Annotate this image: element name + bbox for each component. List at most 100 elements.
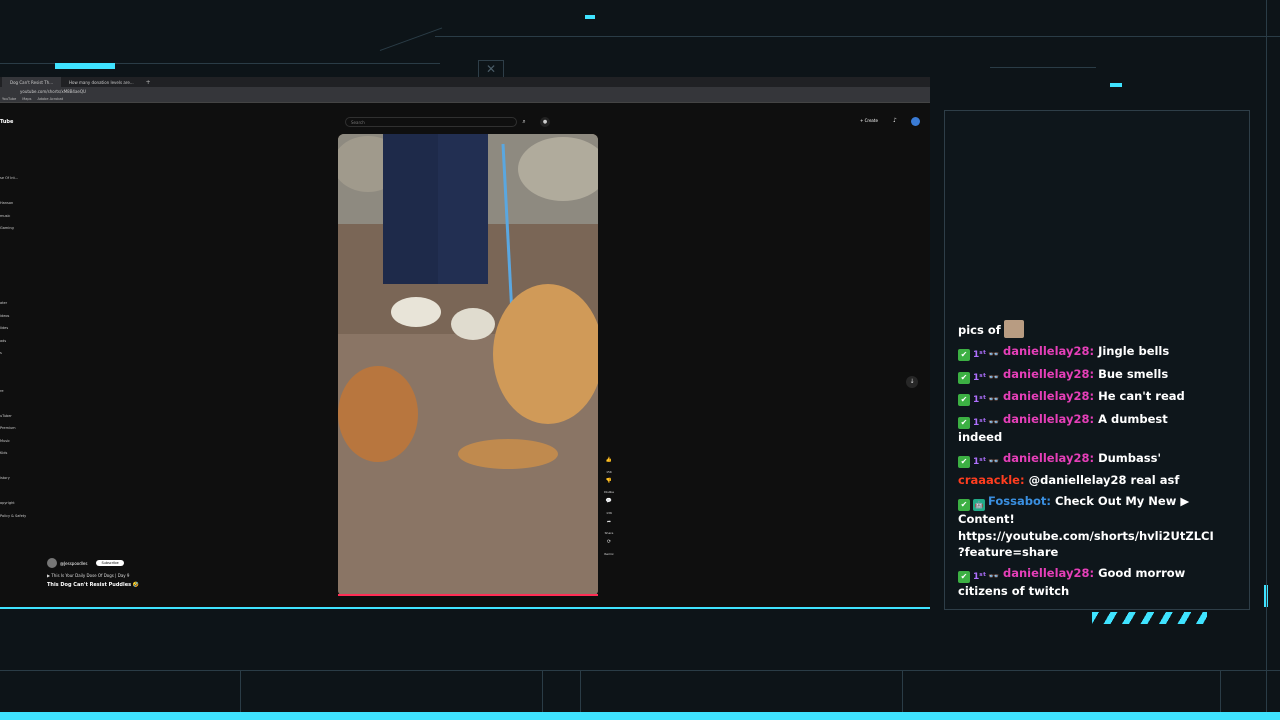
address-bar[interactable]: youtube.com/shorts/xM8B4aeQU xyxy=(0,87,930,96)
playlist-label: This Is Your Daily Dose Of Dogs | Day 9 xyxy=(51,573,130,578)
dislike-icon[interactable]: 👎 xyxy=(603,478,615,491)
sidebar-item[interactable] xyxy=(0,485,38,498)
sidebar-item[interactable] xyxy=(0,285,38,298)
bookmark-acrobat[interactable]: Adobe Acrobat xyxy=(37,97,63,101)
glasses-badge-icon: 👓 xyxy=(988,395,1000,405)
new-tab-icon[interactable]: + xyxy=(146,79,151,86)
sidebar-item[interactable] xyxy=(0,247,38,260)
top-cyan-accent xyxy=(585,15,595,19)
youtube-logo[interactable]: Tube xyxy=(0,119,13,125)
tab-bar: Dog Can't Resist Th... How many donation… xyxy=(0,77,930,87)
top-frame-diagonal xyxy=(379,27,443,51)
sidebar-item[interactable]: Kids xyxy=(0,447,38,460)
sidebar-item[interactable] xyxy=(0,235,38,248)
sidebar-item[interactable] xyxy=(0,260,38,273)
sidebar-item[interactable]: ads xyxy=(0,335,38,348)
chat-text: Dumbass' xyxy=(1098,450,1161,465)
notification-bell-icon[interactable]: ♪ xyxy=(893,117,901,125)
check-badge-icon: ✔ xyxy=(958,349,970,361)
sidebar-item[interactable] xyxy=(0,397,38,410)
sidebar-item[interactable]: Music xyxy=(0,435,38,448)
check-badge-icon: ✔ xyxy=(958,455,970,468)
sidebar-item[interactable]: istory xyxy=(0,472,38,485)
sidebar-item[interactable] xyxy=(0,372,38,385)
sidebar-item[interactable]: ater xyxy=(0,297,38,310)
chat-message: ✔ 1ˢᵗ 👓 daniellelay28: Good morrow citizens… xyxy=(958,565,1193,600)
chat-text: Bue smells xyxy=(1098,366,1169,381)
sidebar-item[interactable]: Premium xyxy=(0,422,38,435)
sidebar-item[interactable]: opyright xyxy=(0,497,38,510)
dislike-label: Dislike xyxy=(604,490,614,494)
sidebar-item[interactable] xyxy=(0,360,38,373)
subscribe-button[interactable]: Subscribe xyxy=(96,560,124,566)
next-video-arrow-icon[interactable]: ↓ xyxy=(906,376,918,388)
bookmark-maps[interactable]: Maps xyxy=(22,97,31,101)
sidebar-item[interactable] xyxy=(0,185,38,198)
chat-username[interactable]: daniellelay28: xyxy=(1003,367,1094,381)
comment-icon[interactable]: 💬 xyxy=(603,498,615,511)
top-frame-line xyxy=(435,36,1280,37)
chat-username[interactable]: daniellelay28: xyxy=(1003,389,1094,403)
sidebar-item[interactable]: music xyxy=(0,210,38,223)
sidebar-item[interactable] xyxy=(0,460,38,473)
action-column: 👍 15K 👎 Dislike 💬 136 ➦ Share ⟳ Remix xyxy=(603,457,615,560)
chat-message: ✔ 1ˢᵗ 👓 daniellelay28: Bue smells xyxy=(958,366,1193,384)
chat-username[interactable]: daniellelay28: xyxy=(1003,451,1094,465)
create-button[interactable]: + Create xyxy=(860,118,878,123)
search-icon[interactable]: ⌕ xyxy=(518,117,530,127)
chat-username[interactable]: Fossabot: xyxy=(988,494,1051,508)
bookmarks-bar: YouTube Maps Adobe Acrobat xyxy=(0,96,930,103)
sidebar-item[interactable]: se Of Int... xyxy=(0,172,38,185)
url-text[interactable]: youtube.com/shorts/xM8B4aeQU xyxy=(20,89,86,94)
channel-avatar[interactable] xyxy=(47,558,57,568)
bottom-divider-5 xyxy=(1220,670,1221,712)
sidebar-item[interactable]: Gaming xyxy=(0,222,38,235)
like-count: 15K xyxy=(606,469,612,474)
browser-window: Dog Can't Resist Th... How many donation… xyxy=(0,77,930,609)
remix-label: Remix xyxy=(604,551,614,556)
tab-active[interactable]: Dog Can't Resist Th... xyxy=(2,77,62,87)
glasses-badge-icon: 👓 xyxy=(988,350,1000,360)
chat-username[interactable]: daniellelay28: xyxy=(1003,344,1094,358)
playlist-link[interactable]: ▶ This Is Your Daily Dose Of Dogs | Day … xyxy=(47,573,129,578)
sidebar-item[interactable]: Policy & Safety xyxy=(0,510,38,523)
account-avatar[interactable] xyxy=(911,117,920,126)
search-input[interactable]: Search xyxy=(345,117,517,127)
sidebar-item[interactable] xyxy=(0,160,38,173)
tab-second[interactable]: How many donation levels are... xyxy=(61,77,142,87)
sidebar-item[interactable]: re xyxy=(0,385,38,398)
check-badge-icon: ✔ xyxy=(958,394,970,406)
short-video-player[interactable] xyxy=(338,134,598,596)
chat-username[interactable]: daniellelay28: xyxy=(1003,566,1094,580)
sidebar-item[interactable] xyxy=(0,272,38,285)
sidebar-item[interactable]: Hanson xyxy=(0,197,38,210)
right-small-line xyxy=(990,67,1096,68)
share-icon[interactable]: ➦ xyxy=(603,519,615,532)
chat-message: ✔ 1ˢᵗ 👓 daniellelay28: Jingle bells xyxy=(958,343,1193,361)
sub-badge-icon: 1ˢᵗ xyxy=(973,350,987,360)
remix-icon[interactable]: ⟳ xyxy=(603,539,615,552)
channel-row: @Jesspoodles Subscribe xyxy=(47,558,124,568)
sidebar: se Of Int... Hanson music Gaming ater ideos li… xyxy=(0,147,38,522)
chat-username[interactable]: daniellelay28: xyxy=(1003,412,1094,426)
like-icon[interactable]: 👍 xyxy=(603,457,615,470)
emote-icon xyxy=(1003,320,1024,338)
chat-username[interactable]: craaackle: xyxy=(958,473,1025,487)
sidebar-item[interactable]: uTuber xyxy=(0,410,38,423)
chat-message: ✔ 🤖 Fossabot: Check Out My New ▶ Content! … xyxy=(958,493,1214,561)
share-label: Share xyxy=(604,531,614,535)
bookmark-youtube[interactable]: YouTube xyxy=(2,97,16,101)
right-cyan-accent xyxy=(1110,83,1122,87)
video-title: This Dog Can't Resist Puddles 🤣 xyxy=(47,582,140,588)
sidebar-item[interactable] xyxy=(0,147,38,160)
sidebar-item[interactable]: s xyxy=(0,347,38,360)
mic-icon[interactable]: ● xyxy=(540,117,550,127)
video-progress-bar[interactable] xyxy=(338,594,598,596)
bottom-divider-3 xyxy=(580,670,581,712)
sidebar-item[interactable]: lides xyxy=(0,322,38,335)
channel-name[interactable]: @Jesspoodles xyxy=(60,561,87,566)
chat-text: Jingle bells xyxy=(1098,344,1170,358)
chat-message: ✔ 1ˢᵗ 👓 daniellelay28: A dumbest indeed xyxy=(958,411,1193,446)
sidebar-item[interactable]: ideos xyxy=(0,310,38,323)
sub-badge-icon: 1ˢᵗ xyxy=(973,456,987,467)
